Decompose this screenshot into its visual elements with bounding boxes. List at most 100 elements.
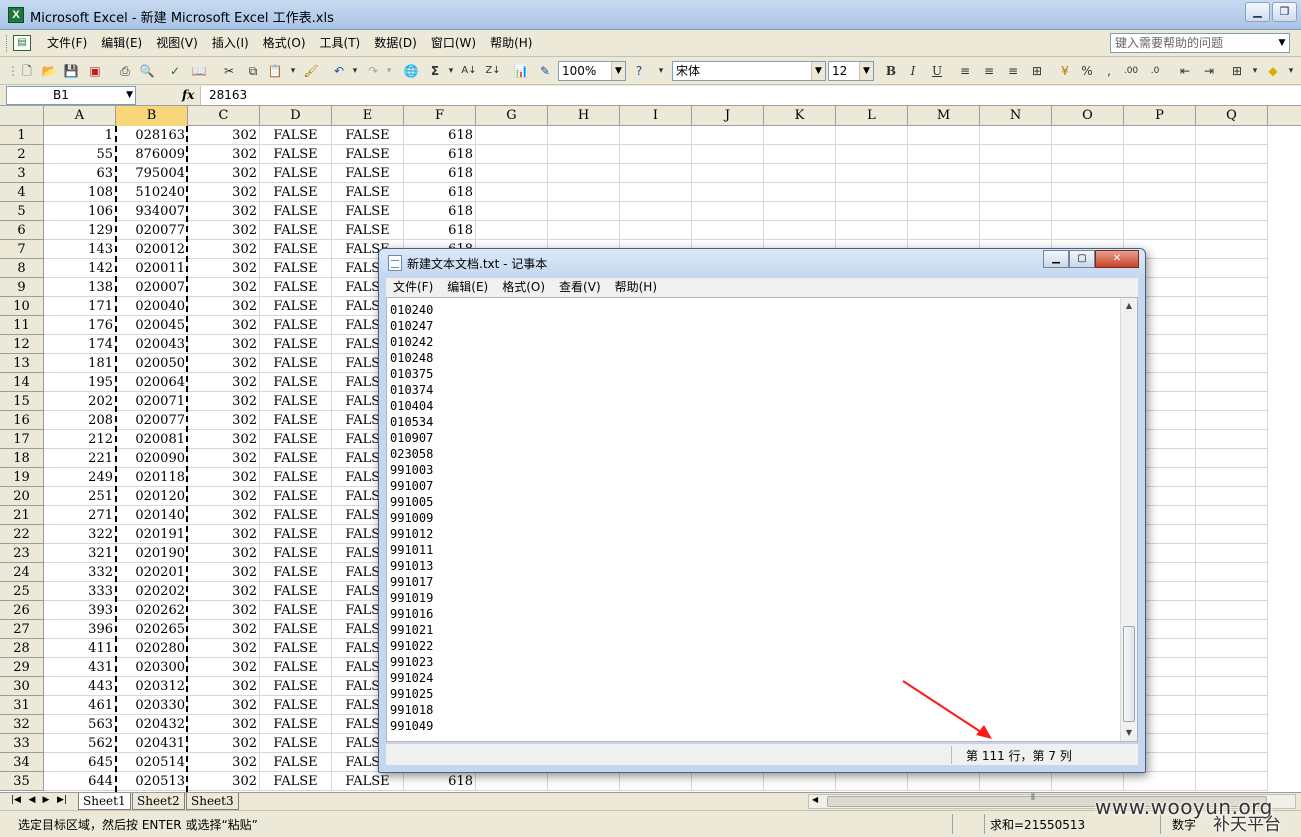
prev-sheet-icon[interactable]: ◀: [26, 795, 38, 805]
spelling-icon[interactable]: ✓: [166, 62, 184, 80]
column-header[interactable]: L: [836, 106, 908, 126]
row-header[interactable]: 2: [0, 145, 44, 164]
row-header[interactable]: 13: [0, 354, 44, 373]
italic-icon[interactable]: I: [904, 62, 922, 80]
row-header[interactable]: 26: [0, 601, 44, 620]
cell-D28[interactable]: FALSE: [260, 639, 332, 658]
cell-C4[interactable]: 302: [188, 183, 260, 202]
cell-K35[interactable]: [764, 772, 836, 791]
cell-H6[interactable]: [548, 221, 620, 240]
cell-A8[interactable]: 142: [44, 259, 116, 278]
print-preview-icon[interactable]: 🔍: [138, 62, 156, 80]
cell-D20[interactable]: FALSE: [260, 487, 332, 506]
cell-H4[interactable]: [548, 183, 620, 202]
cell-A21[interactable]: 271: [44, 506, 116, 525]
cell-P5[interactable]: [1124, 202, 1196, 221]
cell-P35[interactable]: [1124, 772, 1196, 791]
cell-D26[interactable]: FALSE: [260, 601, 332, 620]
cell-A6[interactable]: 129: [44, 221, 116, 240]
save-icon[interactable]: 💾: [62, 62, 80, 80]
excel-app-icon[interactable]: X: [8, 7, 24, 23]
help-icon[interactable]: ?: [630, 62, 648, 80]
menu-item[interactable]: 帮助(H): [483, 36, 539, 51]
cell-A1[interactable]: 1: [44, 126, 116, 145]
notepad-title-bar[interactable]: 新建文本文档.txt - 记事本 ▁ ▢ ✕: [379, 249, 1145, 277]
column-header[interactable]: M: [908, 106, 980, 126]
comma-style-icon[interactable]: ,: [1100, 62, 1118, 80]
cell-D2[interactable]: FALSE: [260, 145, 332, 164]
cell-P4[interactable]: [1124, 183, 1196, 202]
cell-D32[interactable]: FALSE: [260, 715, 332, 734]
row-header[interactable]: 4: [0, 183, 44, 202]
cell-B23[interactable]: 020190: [116, 544, 188, 563]
cell-D10[interactable]: FALSE: [260, 297, 332, 316]
row-header[interactable]: 30: [0, 677, 44, 696]
cell-B27[interactable]: 020265: [116, 620, 188, 639]
cell-D12[interactable]: FALSE: [260, 335, 332, 354]
chevron-down-icon[interactable]: ▼: [811, 62, 825, 80]
fill-color-dropdown-icon[interactable]: ▾: [1282, 62, 1300, 80]
cell-O5[interactable]: [1052, 202, 1124, 221]
cell-P2[interactable]: [1124, 145, 1196, 164]
cell-J4[interactable]: [692, 183, 764, 202]
align-center-icon[interactable]: ≡: [980, 62, 998, 80]
cell-B11[interactable]: 020045: [116, 316, 188, 335]
cell-J3[interactable]: [692, 164, 764, 183]
cell-Q25[interactable]: [1196, 582, 1268, 601]
cell-A2[interactable]: 55: [44, 145, 116, 164]
row-header[interactable]: 15: [0, 392, 44, 411]
cell-A10[interactable]: 171: [44, 297, 116, 316]
cell-C35[interactable]: 302: [188, 772, 260, 791]
merge-center-icon[interactable]: ⊞: [1028, 62, 1046, 80]
cell-D15[interactable]: FALSE: [260, 392, 332, 411]
cell-K5[interactable]: [764, 202, 836, 221]
cell-F1[interactable]: 618: [404, 126, 476, 145]
notepad-menu-item[interactable]: 帮助(H): [608, 278, 664, 297]
cell-C21[interactable]: 302: [188, 506, 260, 525]
row-header[interactable]: 22: [0, 525, 44, 544]
cell-K6[interactable]: [764, 221, 836, 240]
cell-C9[interactable]: 302: [188, 278, 260, 297]
row-header[interactable]: 17: [0, 430, 44, 449]
cell-D27[interactable]: FALSE: [260, 620, 332, 639]
cell-A20[interactable]: 251: [44, 487, 116, 506]
row-header[interactable]: 8: [0, 259, 44, 278]
cell-B21[interactable]: 020140: [116, 506, 188, 525]
row-header[interactable]: 21: [0, 506, 44, 525]
cell-Q16[interactable]: [1196, 411, 1268, 430]
cell-C13[interactable]: 302: [188, 354, 260, 373]
cell-L5[interactable]: [836, 202, 908, 221]
cell-Q27[interactable]: [1196, 620, 1268, 639]
cell-I2[interactable]: [620, 145, 692, 164]
cell-B6[interactable]: 020077: [116, 221, 188, 240]
cell-B5[interactable]: 934007: [116, 202, 188, 221]
print-icon[interactable]: ⎙: [116, 62, 134, 80]
cell-Q35[interactable]: [1196, 772, 1268, 791]
cell-Q23[interactable]: [1196, 544, 1268, 563]
row-header[interactable]: 12: [0, 335, 44, 354]
cell-C7[interactable]: 302: [188, 240, 260, 259]
cell-I3[interactable]: [620, 164, 692, 183]
cell-C31[interactable]: 302: [188, 696, 260, 715]
cell-B25[interactable]: 020202: [116, 582, 188, 601]
research-icon[interactable]: 📖: [190, 62, 208, 80]
cell-E6[interactable]: FALSE: [332, 221, 404, 240]
cell-A25[interactable]: 333: [44, 582, 116, 601]
row-header[interactable]: 11: [0, 316, 44, 335]
fill-color-icon[interactable]: ◆: [1264, 62, 1282, 80]
cell-B10[interactable]: 020040: [116, 297, 188, 316]
cell-D29[interactable]: FALSE: [260, 658, 332, 677]
cell-C20[interactable]: 302: [188, 487, 260, 506]
align-right-icon[interactable]: ≡: [1004, 62, 1022, 80]
cell-G4[interactable]: [476, 183, 548, 202]
cell-C5[interactable]: 302: [188, 202, 260, 221]
cell-D18[interactable]: FALSE: [260, 449, 332, 468]
column-header[interactable]: A: [44, 106, 116, 126]
row-header[interactable]: 1: [0, 126, 44, 145]
cell-B1[interactable]: 028163: [116, 126, 188, 145]
cell-Q12[interactable]: [1196, 335, 1268, 354]
cell-D1[interactable]: FALSE: [260, 126, 332, 145]
cell-D7[interactable]: FALSE: [260, 240, 332, 259]
paste-dropdown-icon[interactable]: ▾: [284, 62, 302, 80]
increase-decimal-icon[interactable]: .00: [1122, 62, 1140, 80]
